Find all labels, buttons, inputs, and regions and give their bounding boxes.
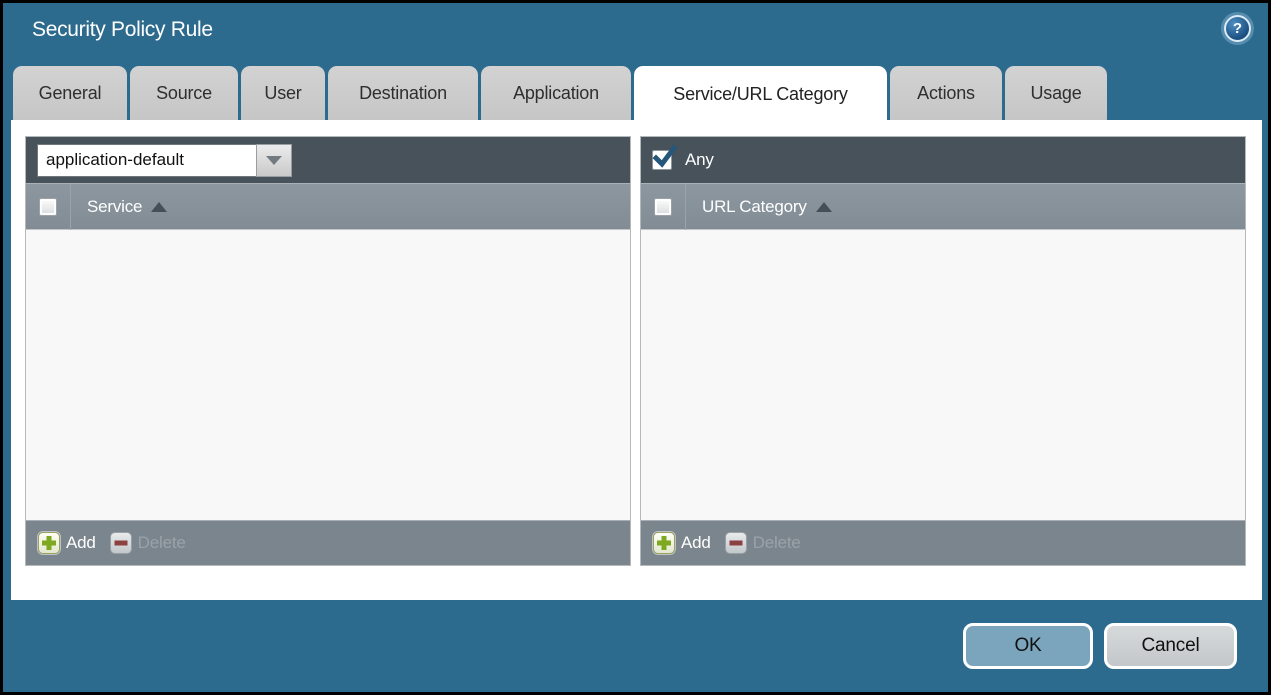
url-category-column-header: URL Category bbox=[702, 196, 807, 216]
service-type-combo bbox=[37, 143, 292, 177]
triangle-down-icon bbox=[266, 155, 282, 165]
sort-ascending-icon[interactable] bbox=[815, 201, 832, 212]
service-list[interactable] bbox=[26, 230, 630, 520]
tab-usage[interactable]: Usage bbox=[1005, 66, 1107, 120]
service-panel-footer: Add Delete bbox=[26, 520, 630, 565]
tab-service-url-category[interactable]: Service/URL Category bbox=[634, 66, 887, 123]
red-minus-icon bbox=[109, 532, 132, 554]
tab-user[interactable]: User bbox=[241, 66, 325, 120]
select-all-services-checkbox[interactable] bbox=[39, 197, 57, 216]
add-url-category-button[interactable]: Add bbox=[651, 532, 717, 554]
page-title: Security Policy Rule bbox=[32, 18, 213, 41]
tab-source[interactable]: Source bbox=[130, 66, 238, 120]
delete-service-button[interactable]: Delete bbox=[108, 532, 192, 554]
any-checkbox[interactable] bbox=[652, 144, 678, 170]
url-category-panel-footer: Add Delete bbox=[641, 520, 1245, 565]
tab-general[interactable]: General bbox=[13, 66, 127, 120]
service-panel: Service Add Delete bbox=[25, 136, 631, 566]
url-category-grid-header: URL Category bbox=[641, 183, 1245, 230]
url-category-list[interactable] bbox=[641, 230, 1245, 520]
service-column-header: Service bbox=[87, 196, 143, 216]
tab-bar: General Source User Destination Applicat… bbox=[13, 66, 1110, 123]
tab-destination[interactable]: Destination bbox=[328, 66, 478, 120]
service-type-input[interactable] bbox=[37, 143, 256, 177]
green-plus-icon bbox=[38, 532, 60, 554]
select-all-url-categories-checkbox[interactable] bbox=[654, 197, 672, 216]
service-grid-header: Service bbox=[26, 183, 630, 230]
any-label: Any bbox=[685, 150, 714, 169]
service-panel-toolbar bbox=[26, 137, 630, 184]
header-divider bbox=[685, 183, 686, 230]
header-divider bbox=[70, 183, 71, 230]
add-service-button[interactable]: Add bbox=[36, 532, 102, 554]
tab-application[interactable]: Application bbox=[481, 66, 631, 120]
dialog-content: Service Add Delete Any bbox=[11, 120, 1262, 600]
ok-button[interactable]: OK bbox=[963, 623, 1093, 669]
url-category-panel-toolbar: Any bbox=[641, 137, 1245, 184]
delete-url-category-button[interactable]: Delete bbox=[723, 532, 807, 554]
service-type-dropdown-button[interactable] bbox=[256, 143, 292, 177]
title-bar: Security Policy Rule ? bbox=[3, 3, 1268, 63]
green-plus-icon bbox=[653, 532, 675, 554]
sort-ascending-icon[interactable] bbox=[151, 201, 168, 212]
tab-actions[interactable]: Actions bbox=[890, 66, 1002, 120]
red-minus-icon bbox=[724, 532, 747, 554]
url-category-panel: Any URL Category Add Delete bbox=[640, 136, 1246, 566]
cancel-button[interactable]: Cancel bbox=[1104, 623, 1237, 669]
checkmark-icon bbox=[652, 144, 678, 168]
help-icon[interactable]: ? bbox=[1224, 15, 1251, 42]
